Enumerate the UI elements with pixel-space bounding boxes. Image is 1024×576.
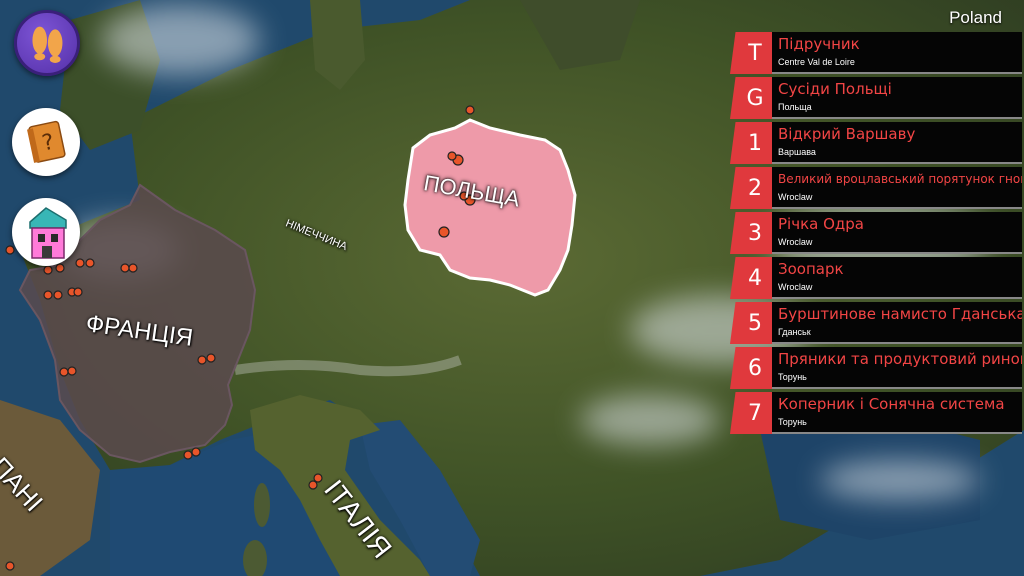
task-title: Відкрий Варшаву	[778, 125, 916, 143]
task-badge: 4	[730, 257, 776, 299]
house-button[interactable]	[12, 198, 80, 266]
task-subtitle: Польща	[778, 102, 812, 112]
footprints-icon	[32, 26, 63, 63]
task-title: Великий вроцлавський порятунок гномів	[778, 172, 1022, 186]
task-title: Підручник	[778, 35, 860, 53]
task-title: Бурштинове намисто Гданська	[778, 305, 1022, 323]
task-title: Пряники та продуктовий ринок	[778, 350, 1022, 368]
task-title: Річка Одра	[778, 215, 864, 233]
task-item[interactable]: 3 Річка Одра Wroclaw	[730, 212, 1022, 254]
task-subtitle: Варшава	[778, 147, 816, 157]
task-item[interactable]: 4 Зоопарк Wroclaw	[730, 257, 1022, 299]
task-badge: 5	[730, 302, 776, 344]
task-subtitle: Гданськ	[778, 327, 811, 337]
task-badge: 1	[730, 122, 776, 164]
task-body: Коперник і Сонячна система Торунь	[772, 392, 1022, 434]
task-title: Сусіди Польщі	[778, 80, 892, 98]
task-subtitle: Торунь	[778, 372, 807, 382]
task-badge: T	[730, 32, 776, 74]
task-body: Пряники та продуктовий ринок Торунь	[772, 347, 1022, 389]
task-badge: G	[730, 77, 776, 119]
task-subtitle: Торунь	[778, 417, 807, 427]
task-title: Зоопарк	[778, 260, 844, 278]
task-title: Коперник і Сонячна система	[778, 395, 1005, 413]
task-subtitle: Wroclaw	[778, 237, 813, 247]
task-badge: 2	[730, 167, 776, 209]
region-label: Poland	[949, 8, 1002, 27]
task-body: Бурштинове намисто Гданська Гданськ	[772, 302, 1022, 344]
task-item[interactable]: 1 Відкрий Варшаву Варшава	[730, 122, 1022, 164]
task-item[interactable]: 5 Бурштинове намисто Гданська Гданськ	[730, 302, 1022, 344]
task-item[interactable]: T Підручник Centre Val de Loire	[730, 32, 1022, 74]
task-list: T Підручник Centre Val de Loire G Сусіди Пол…	[730, 32, 1022, 437]
task-item[interactable]: 2 Великий вроцлавський порятунок гномів Wr…	[730, 167, 1022, 209]
task-body: Річка Одра Wroclaw	[772, 212, 1022, 254]
question-book-icon: ?	[27, 120, 66, 163]
task-body: Сусіди Польщі Польща	[772, 77, 1022, 119]
task-badge: 7	[730, 392, 776, 434]
task-body: Підручник Centre Val de Loire	[772, 32, 1022, 74]
task-item[interactable]: G Сусіди Польщі Польща	[730, 77, 1022, 119]
task-badge: 6	[730, 347, 776, 389]
house-icon	[29, 207, 67, 259]
corsica-island	[254, 483, 270, 527]
task-subtitle: Centre Val de Loire	[778, 57, 855, 67]
question-book-button[interactable]: ?	[12, 108, 80, 176]
footprints-button[interactable]	[14, 10, 80, 76]
task-badge: 3	[730, 212, 776, 254]
task-body: Зоопарк Wroclaw	[772, 257, 1022, 299]
task-item[interactable]: 7 Коперник і Сонячна система Торунь	[730, 392, 1022, 434]
task-body: Відкрий Варшаву Варшава	[772, 122, 1022, 164]
task-item[interactable]: 6 Пряники та продуктовий ринок Торунь	[730, 347, 1022, 389]
task-body: Великий вроцлавський порятунок гномів Wro…	[772, 167, 1022, 209]
task-subtitle: Wroclaw	[778, 282, 813, 292]
task-subtitle: Wroclaw	[778, 192, 813, 202]
